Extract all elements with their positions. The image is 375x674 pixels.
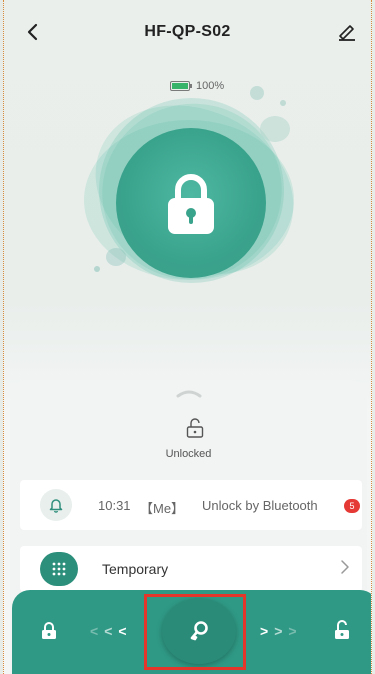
log-user: 【Me】	[140, 501, 185, 516]
highlight-box	[144, 594, 246, 670]
sheet-handle-icon[interactable]	[176, 388, 202, 398]
bubble	[260, 116, 290, 142]
arrow-right-1: >	[260, 623, 275, 639]
bubble	[94, 266, 100, 272]
bubble	[280, 100, 286, 106]
lock-toggle-button[interactable]	[116, 128, 266, 278]
padlock-icon	[168, 174, 214, 234]
arrow-left-2: <	[104, 623, 119, 639]
pencil-icon	[339, 25, 355, 41]
bubble	[250, 86, 264, 100]
notification-count-badge: 5	[344, 499, 360, 513]
slide-left-arrows: <<<	[90, 623, 133, 639]
arrow-left-3: <	[118, 623, 133, 639]
slide-right-arrows: >>>	[260, 623, 303, 639]
page-title: HF-QP-S02	[144, 23, 231, 40]
lock-icon[interactable]	[41, 622, 57, 640]
arrow-left-1: <	[90, 623, 105, 639]
app-screen: HF-QP-S02 100% Unlocked 10:31 【Me】 Unloc…	[3, 0, 372, 674]
keypad-badge	[40, 552, 78, 586]
bubble	[106, 248, 126, 266]
edit-button[interactable]	[335, 20, 359, 44]
lock-status: Unlocked	[165, 448, 212, 460]
log-action: Unlock by Bluetooth	[202, 498, 318, 513]
top-bar: HF-QP-S02	[4, 0, 371, 64]
temporary-password-row[interactable]: Temporary	[20, 546, 362, 592]
battery-indicator: 100%	[170, 80, 224, 92]
bell-icon	[49, 499, 63, 513]
chevron-right-icon	[341, 560, 349, 574]
event-log-row[interactable]: 10:31 【Me】 Unlock by Bluetooth 5	[20, 480, 362, 530]
bell-badge	[40, 489, 72, 521]
arrow-right-2: >	[274, 623, 289, 639]
arrow-right-3: >	[288, 623, 303, 639]
battery-icon	[170, 81, 192, 91]
keypad-icon	[52, 562, 66, 576]
unlock-icon[interactable]	[334, 620, 350, 640]
battery-fill	[172, 83, 188, 89]
temporary-label: Temporary	[102, 561, 169, 577]
log-time: 10:31	[98, 498, 131, 513]
unlocked-padlock-icon	[186, 418, 204, 438]
battery-level: 100%	[196, 80, 225, 92]
